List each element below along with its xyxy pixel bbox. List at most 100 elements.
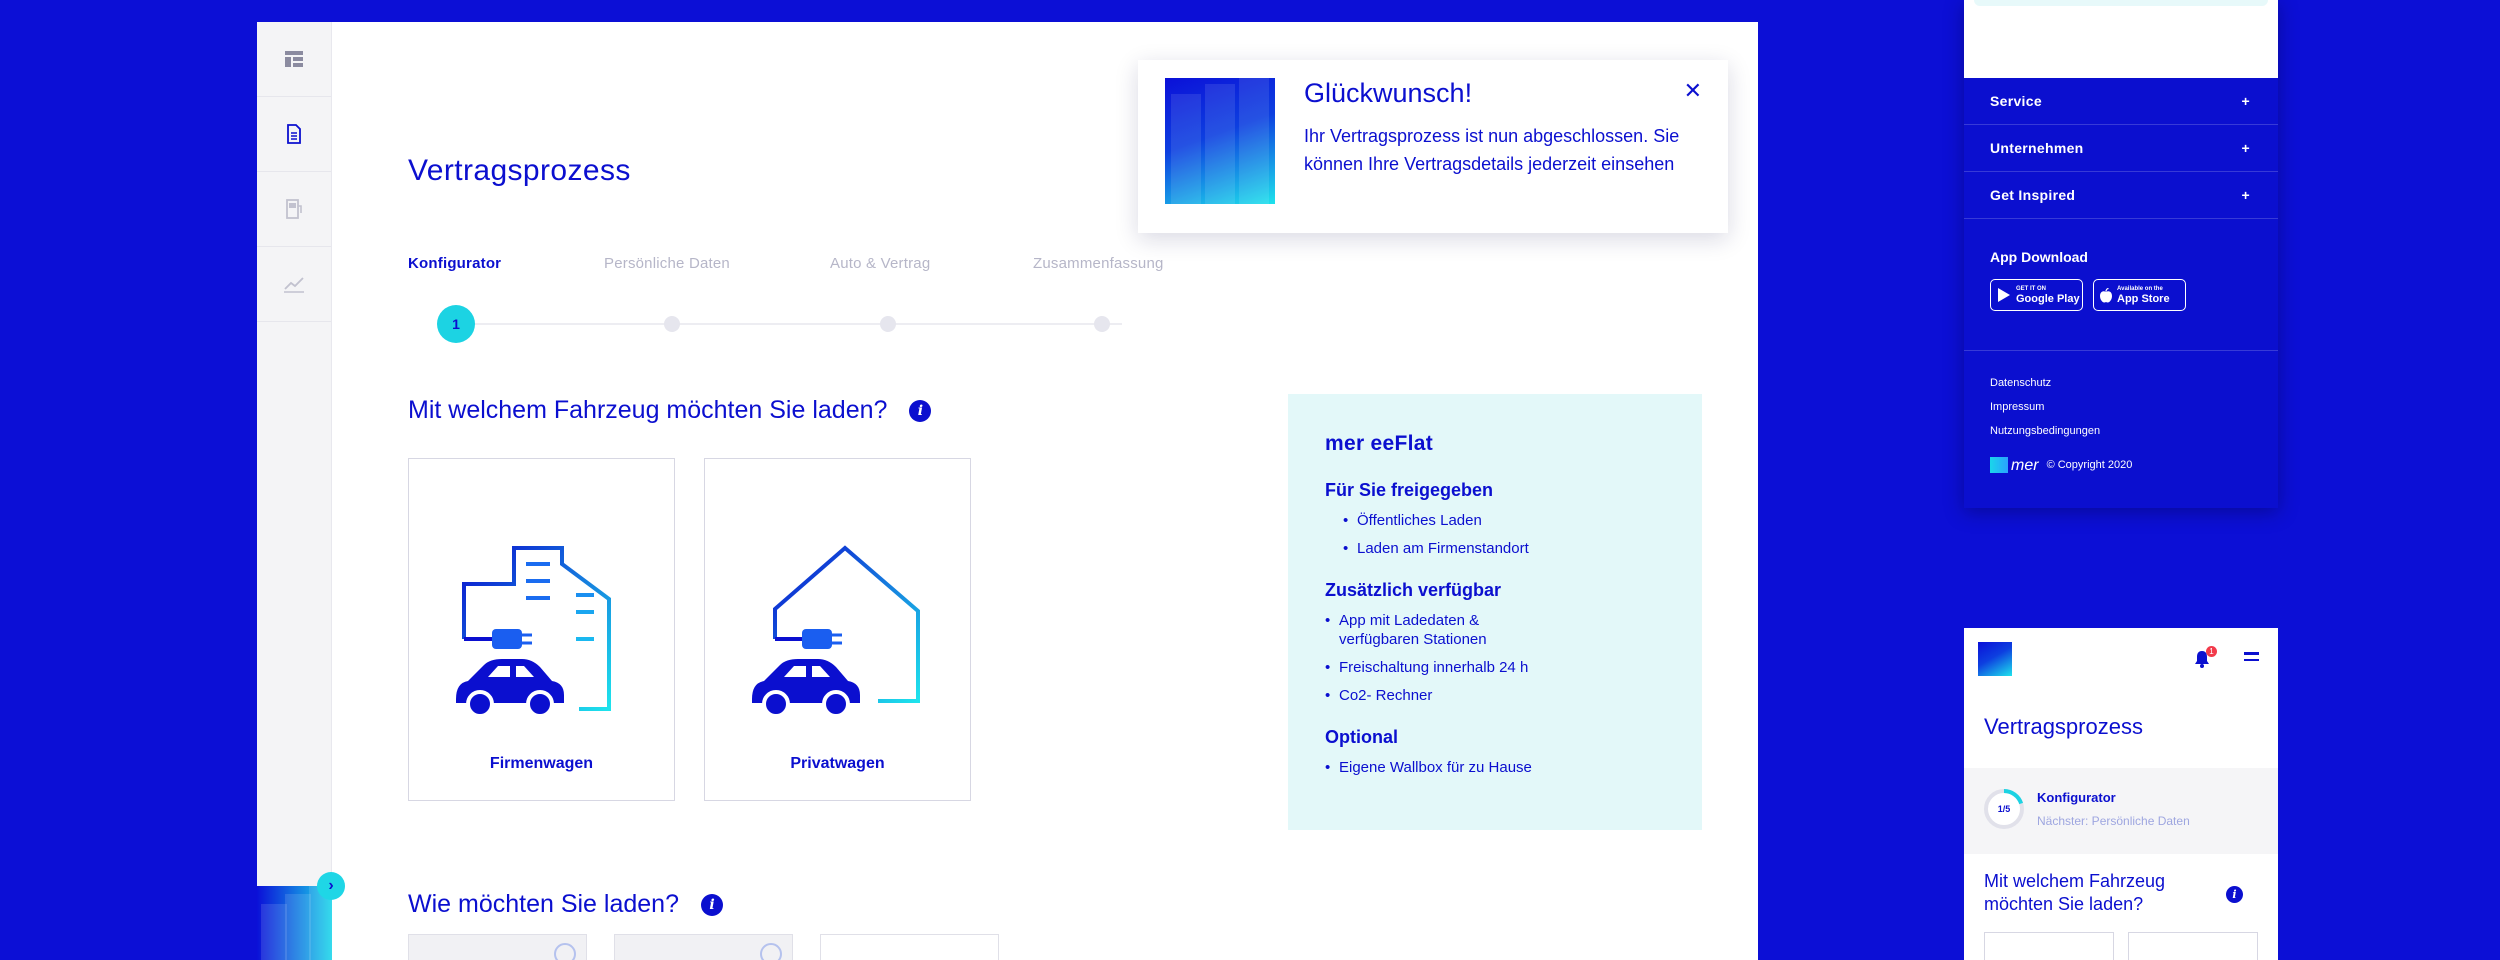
eeflat-title: mer eeFlat	[1325, 432, 1434, 455]
vehicle-question: Mit welchem Fahrzeug möchten Sie laden? …	[408, 396, 932, 425]
badge-store-name: App Store	[2117, 292, 2170, 305]
vehicle-option-label: Privatwagen	[790, 755, 885, 772]
step-label-zusammenfassung[interactable]: Zusammenfassung	[1033, 255, 1164, 272]
vehicle-option-card[interactable]	[1984, 932, 2114, 960]
list-item: Öffentliches Laden	[1343, 511, 1665, 530]
step-dot[interactable]	[1094, 316, 1110, 332]
check-circle-icon	[554, 943, 576, 960]
step-label-konfigurator[interactable]: Konfigurator	[408, 255, 501, 272]
menu-item-unternehmen[interactable]: Unternehmen +	[1964, 125, 2278, 172]
sidebar-brand-graphic	[257, 886, 332, 960]
vehicle-question-text: Mit welchem Fahrzeug möchten Sie laden?	[408, 396, 888, 424]
close-icon[interactable]: ✕	[1684, 78, 1702, 104]
step-label-persoenliche-daten[interactable]: Persönliche Daten	[604, 255, 730, 272]
sidebar-item-contracts[interactable]	[257, 97, 331, 172]
step-label-auto-vertrag[interactable]: Auto & Vertrag	[830, 255, 930, 272]
step-dot-active[interactable]: 1	[437, 305, 475, 343]
logo-text: mer	[2011, 457, 2039, 474]
menu-item-label: Service	[1990, 93, 2042, 109]
apple-icon	[2100, 287, 2112, 303]
page-title: Vertragsprozess	[408, 154, 631, 187]
plus-icon: +	[2241, 140, 2250, 156]
company-car-icon	[456, 546, 611, 718]
google-play-badge[interactable]: GET IT ON Google Play	[1990, 279, 2083, 311]
menu-item-get-inspired[interactable]: Get Inspired +	[1964, 172, 2278, 219]
mobile-menu: Service + Unternehmen + Get Inspired + A…	[1964, 0, 2278, 508]
list-item: Laden am Firmenstandort	[1343, 539, 1665, 558]
mobile-menu-header	[1964, 0, 2278, 78]
next-step-text: Nächster: Persönliche Daten	[2037, 814, 2190, 828]
charge-option-card[interactable]	[820, 934, 999, 960]
desktop-frame: › Vertragsprozess Konfigurator Persönlic…	[257, 22, 1758, 960]
mobile-screen: 1 Vertragsprozess 1/5 Konfigurator Nächs…	[1964, 628, 2278, 960]
mobile-page-title: Vertragsprozess	[1984, 714, 2143, 739]
list-item: Freischaltung innerhalb 24 h	[1325, 658, 1665, 677]
eeflat-summary-panel: mer eeFlat Für Sie freigegeben Öffentlic…	[1288, 394, 1702, 830]
vehicle-option-firmenwagen[interactable]: Firmenwagen	[408, 458, 675, 801]
current-step-name: Konfigurator	[2037, 790, 2116, 805]
progress-stepper: Konfigurator Persönliche Daten Auto & Ve…	[408, 255, 1208, 345]
toast-brand-graphic	[1165, 78, 1275, 204]
vehicle-option-privatwagen[interactable]: Privatwagen	[704, 458, 971, 801]
vehicle-option-card[interactable]	[2128, 932, 2258, 960]
charge-option-card[interactable]	[614, 934, 793, 960]
eeflat-list: Eigene Wallbox für zu Hause	[1325, 758, 1665, 777]
info-icon[interactable]: i	[700, 893, 723, 916]
list-item: App mit Ladedaten & verfügbaren Statione…	[1325, 611, 1525, 649]
check-circle-icon	[760, 943, 782, 960]
app-download-section: App Download GET IT ON Google Play Avail…	[1964, 219, 2278, 351]
sidebar-rail: ›	[257, 22, 345, 960]
plus-icon: +	[2241, 93, 2250, 109]
info-icon[interactable]: i	[2226, 886, 2243, 903]
mer-logo: mer	[1990, 457, 2039, 474]
badge-caption: GET IT ON	[2016, 285, 2046, 292]
eeflat-section-heading: Für Sie freigegeben	[1325, 480, 1494, 500]
sidebar-expand-button[interactable]: ›	[317, 872, 345, 900]
toast-message: Ihr Vertragsprozess ist nun abgeschlosse…	[1304, 126, 1680, 174]
private-car-icon	[752, 545, 920, 718]
copyright-text: © Copyright 2020	[2046, 459, 2133, 471]
table-icon	[285, 51, 303, 67]
app-store-badge[interactable]: Available on the App Store	[2093, 279, 2186, 311]
mobile-step-indicator: 1/5 Konfigurator Nächster: Persönliche D…	[1964, 768, 2278, 854]
notification-badge: 1	[2206, 646, 2217, 657]
link-datenschutz[interactable]: Datenschutz	[1990, 377, 2252, 389]
link-impressum[interactable]: Impressum	[1990, 401, 2252, 413]
menu-item-label: Get Inspired	[1990, 187, 2076, 203]
info-icon[interactable]: i	[909, 399, 932, 422]
legal-links: Datenschutz Impressum Nutzungsbedingunge…	[1964, 351, 2278, 474]
sidebar-item-statistics[interactable]	[257, 247, 331, 322]
eeflat-section-heading: Optional	[1325, 727, 1398, 747]
chevron-right-icon: ›	[328, 877, 334, 894]
app-download-title: App Download	[1990, 249, 2088, 265]
menu-item-service[interactable]: Service +	[1964, 78, 2278, 125]
list-item: Co2- Rechner	[1325, 686, 1665, 705]
play-store-icon	[1998, 288, 2010, 302]
footer-copyright: mer © Copyright 2020	[1990, 457, 2252, 474]
step-dot[interactable]	[880, 316, 896, 332]
brand-logo[interactable]	[1978, 642, 2012, 676]
step-dot[interactable]	[664, 316, 680, 332]
document-icon	[287, 124, 301, 144]
stepper-track	[458, 323, 1122, 325]
plus-icon: +	[2241, 187, 2250, 203]
charge-question: Wie möchten Sie laden? i	[408, 890, 723, 919]
menu-icon[interactable]	[2244, 652, 2259, 665]
success-toast: Glückwunsch! Ihr Vertragsprozess ist nun…	[1138, 60, 1728, 233]
eeflat-section-heading: Zusätzlich verfügbar	[1325, 580, 1502, 600]
menu-item-label: Unternehmen	[1990, 140, 2084, 156]
mobile-vehicle-question: Mit welchem Fahrzeug möchten Sie laden?	[1984, 871, 2166, 914]
badge-caption: Available on the	[2117, 285, 2163, 292]
search-input[interactable]	[1974, 0, 2268, 6]
list-item: Eigene Wallbox für zu Hause	[1325, 758, 1665, 777]
chart-line-icon	[284, 277, 304, 293]
badge-store-name: Google Play	[2016, 292, 2080, 305]
eeflat-list: Öffentliches Laden Laden am Firmenstando…	[1325, 511, 1665, 558]
toast-title: Glückwunsch!	[1304, 78, 1473, 108]
sidebar-item-charging[interactable]	[257, 172, 331, 247]
charging-station-icon	[286, 199, 302, 219]
link-nutzungsbedingungen[interactable]: Nutzungsbedingungen	[1990, 425, 2252, 437]
step-progress-text: 1/5	[1997, 804, 2011, 814]
charge-option-card[interactable]	[408, 934, 587, 960]
sidebar-item-dashboard[interactable]	[257, 22, 331, 97]
